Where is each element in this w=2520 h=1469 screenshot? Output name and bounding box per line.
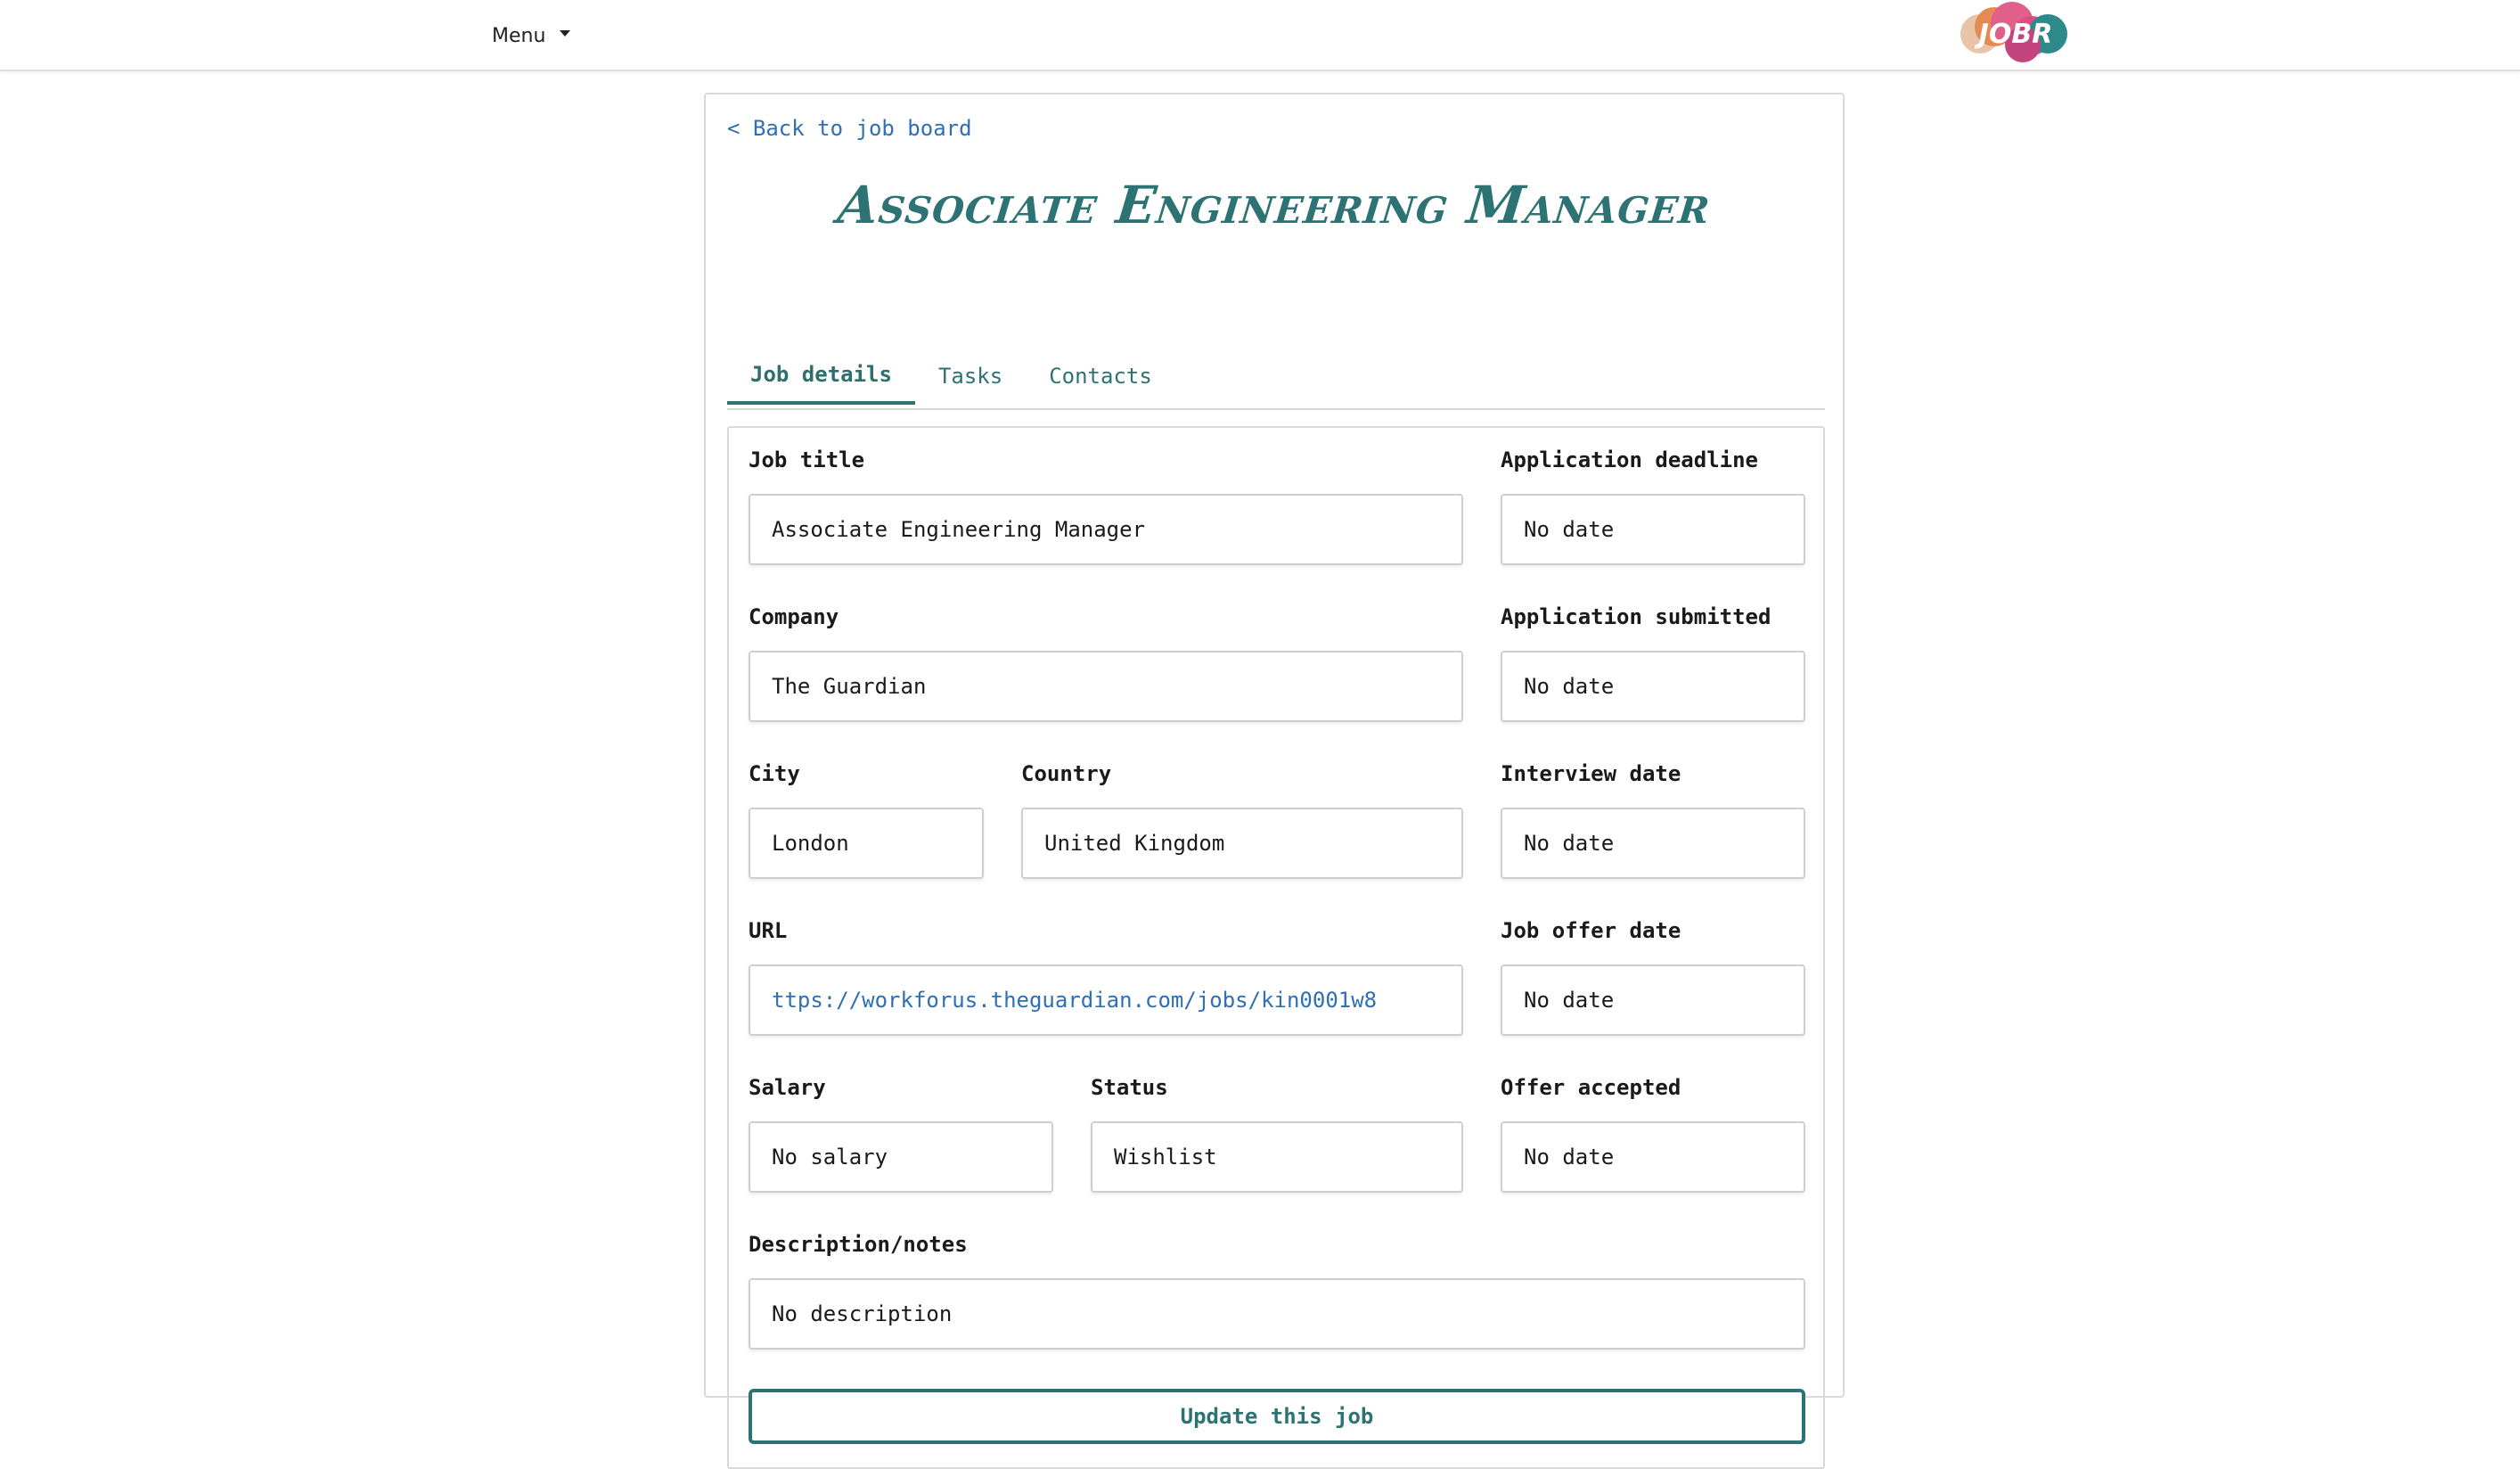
- company-label: Company: [749, 604, 839, 629]
- city-label: City: [749, 761, 800, 786]
- offer-accepted-label: Offer accepted: [1501, 1075, 1681, 1100]
- offer-accepted-field[interactable]: No date: [1501, 1121, 1805, 1193]
- top-navbar: Menu JOBR: [0, 0, 2520, 71]
- tab-contacts[interactable]: Contacts: [1026, 348, 1175, 405]
- application-submitted-label: Application submitted: [1501, 604, 1771, 629]
- tab-tasks[interactable]: Tasks: [915, 348, 1026, 405]
- logo-text: JOBR: [1975, 19, 2053, 50]
- menu-label: Menu: [492, 24, 546, 47]
- salary-label: Salary: [749, 1075, 826, 1100]
- salary-field[interactable]: No salary: [749, 1121, 1053, 1193]
- job-details-form: Job title Associate Engineering Manager …: [727, 426, 1825, 1469]
- description-label: Description/notes: [749, 1232, 968, 1257]
- status-field[interactable]: Wishlist: [1091, 1121, 1463, 1193]
- update-job-button[interactable]: Update this job: [749, 1389, 1805, 1444]
- application-deadline-field[interactable]: No date: [1501, 494, 1805, 565]
- tab-job-details[interactable]: Job details: [727, 348, 915, 405]
- job-offer-date-label: Job offer date: [1501, 918, 1681, 943]
- page-title: Associate Engineering Manager: [835, 175, 1714, 235]
- job-card: < Back to job board Associate Engineerin…: [704, 93, 1845, 1469]
- back-to-job-board-link[interactable]: < Back to job board: [727, 116, 972, 141]
- application-submitted-field[interactable]: No date: [1501, 651, 1805, 722]
- caret-down-icon: [560, 29, 571, 37]
- city-field[interactable]: London: [749, 808, 984, 879]
- status-label: Status: [1091, 1075, 1168, 1100]
- jobr-logo[interactable]: JOBR: [1955, 0, 2074, 64]
- application-deadline-label: Application deadline: [1501, 447, 1758, 472]
- company-field[interactable]: The Guardian: [749, 651, 1463, 722]
- country-field[interactable]: United Kingdom: [1021, 808, 1463, 879]
- job-offer-date-field[interactable]: No date: [1501, 964, 1805, 1036]
- job-title-label: Job title: [749, 447, 865, 472]
- url-field[interactable]: ttps://workforus.theguardian.com/jobs/ki…: [749, 964, 1463, 1036]
- country-label: Country: [1021, 761, 1112, 786]
- interview-date-field[interactable]: No date: [1501, 808, 1805, 879]
- interview-date-label: Interview date: [1501, 761, 1681, 786]
- job-title-field[interactable]: Associate Engineering Manager: [749, 494, 1463, 565]
- description-field[interactable]: No description: [749, 1278, 1805, 1350]
- job-tabs: Job details Tasks Contacts: [727, 353, 1825, 410]
- url-label: URL: [749, 918, 788, 943]
- menu-dropdown-toggle[interactable]: Menu: [492, 20, 571, 52]
